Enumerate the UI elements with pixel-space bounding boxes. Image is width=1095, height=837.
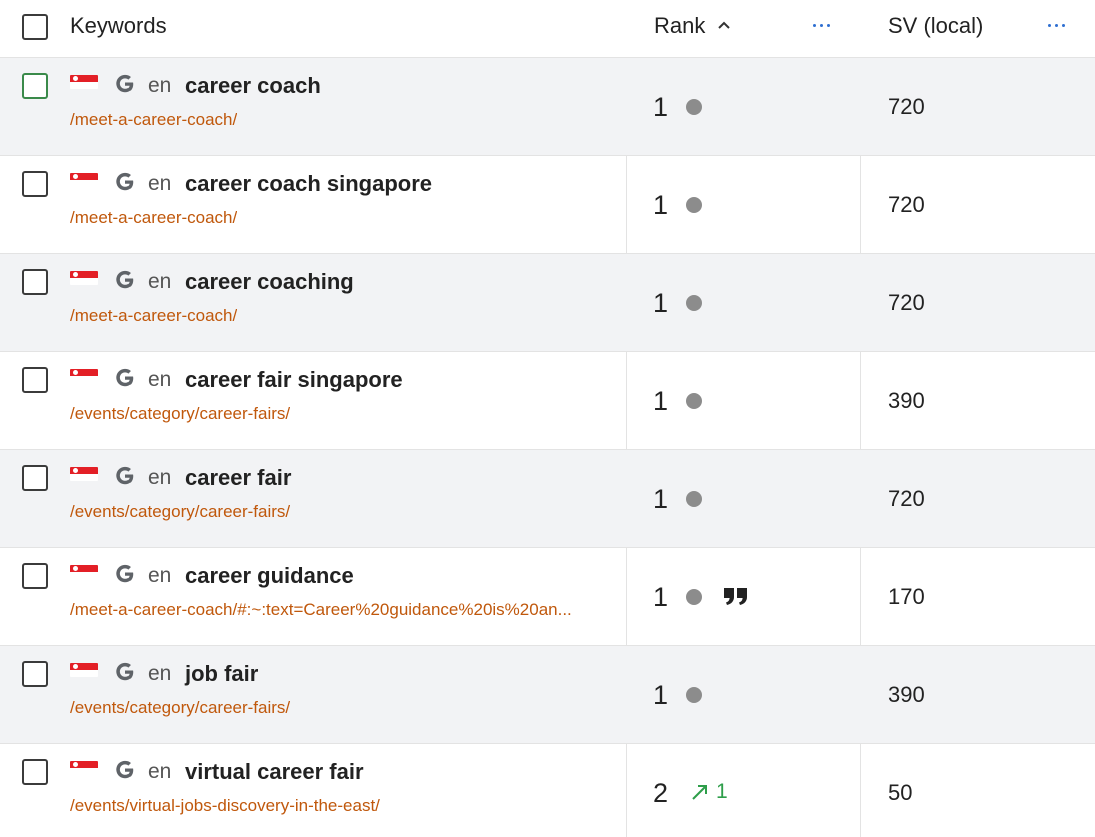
rank-status-dot-icon: [686, 491, 702, 507]
row-checkbox[interactable]: [22, 759, 48, 785]
search-volume-value: 390: [888, 682, 925, 707]
language-code: en: [148, 466, 172, 489]
google-icon: [116, 662, 134, 681]
rank-value: 1: [653, 680, 669, 710]
trend-up-icon: [692, 785, 707, 800]
table-row[interactable]: en career coaching /meet-a-career-coach/…: [0, 254, 1095, 352]
language-code: en: [148, 368, 172, 391]
language-code: en: [148, 74, 172, 97]
table-header: Keywords Rank SV (local): [0, 0, 1095, 58]
language-code: en: [148, 172, 172, 195]
keywords-column-header[interactable]: Keywords: [70, 13, 167, 39]
keyword-url-link[interactable]: /events/virtual-jobs-discovery-in-the-ea…: [70, 796, 380, 816]
keywords-table: Keywords Rank SV (local) en career coach…: [0, 0, 1095, 837]
language-code: en: [148, 662, 172, 685]
row-checkbox[interactable]: [22, 269, 48, 295]
keyword-url-link[interactable]: /events/category/career-fairs/: [70, 698, 290, 718]
search-volume-value: 720: [888, 192, 925, 217]
keyword-url-link[interactable]: /meet-a-career-coach/: [70, 208, 237, 228]
rank-value: 1: [653, 582, 669, 612]
keyword-url-link[interactable]: /events/category/career-fairs/: [70, 404, 290, 424]
language-code: en: [148, 564, 172, 587]
singapore-flag-icon: [70, 761, 98, 775]
table-row[interactable]: en career fair /events/category/career-f…: [0, 450, 1095, 548]
rank-status-dot-icon: [686, 589, 702, 605]
rank-value: 1: [653, 190, 669, 220]
rank-value: 1: [653, 484, 669, 514]
rank-value: 1: [653, 288, 669, 318]
google-icon: [116, 74, 134, 93]
rank-status-dot-icon: [686, 295, 702, 311]
keyword-text: career coach singapore: [185, 171, 433, 196]
table-row[interactable]: en career fair singapore /events/categor…: [0, 352, 1095, 450]
sort-ascending-icon[interactable]: [716, 16, 732, 36]
rank-change-value: 1: [716, 780, 728, 803]
search-volume-value: 50: [888, 780, 913, 805]
rank-value: 1: [653, 386, 669, 416]
google-icon: [116, 270, 134, 289]
keyword-url-link[interactable]: /meet-a-career-coach/#:~:text=Career%20g…: [70, 600, 572, 620]
keyword-text: career coaching: [185, 269, 354, 294]
google-icon: [116, 466, 134, 485]
keyword-text: career guidance: [185, 563, 354, 588]
keyword-url-link[interactable]: /events/category/career-fairs/: [70, 502, 290, 522]
select-all-checkbox[interactable]: [22, 14, 48, 40]
row-checkbox[interactable]: [22, 367, 48, 393]
keyword-text: career fair: [185, 465, 292, 490]
table-row[interactable]: en career guidance /meet-a-career-coach/…: [0, 548, 1095, 646]
keyword-url-link[interactable]: /meet-a-career-coach/: [70, 306, 237, 326]
row-checkbox[interactable]: [22, 661, 48, 687]
rank-column-header[interactable]: Rank: [654, 13, 705, 39]
language-code: en: [148, 270, 172, 293]
sv-column-header[interactable]: SV (local): [888, 13, 983, 39]
google-icon: [116, 172, 134, 191]
google-icon: [116, 564, 134, 583]
keyword-url-link[interactable]: /meet-a-career-coach/: [70, 110, 237, 130]
singapore-flag-icon: [70, 565, 98, 579]
keyword-text: job fair: [185, 661, 259, 686]
rank-status-dot-icon: [686, 99, 702, 115]
rank-status-dot-icon: [686, 393, 702, 409]
singapore-flag-icon: [70, 663, 98, 677]
search-volume-value: 720: [888, 290, 925, 315]
search-volume-value: 170: [888, 584, 925, 609]
google-icon: [116, 368, 134, 387]
row-checkbox[interactable]: [22, 171, 48, 197]
row-checkbox[interactable]: [22, 73, 48, 99]
google-icon: [116, 760, 134, 779]
rank-status-dot-icon: [686, 197, 702, 213]
singapore-flag-icon: [70, 369, 98, 383]
search-volume-value: 720: [888, 94, 925, 119]
table-row[interactable]: en career coach singapore /meet-a-career…: [0, 156, 1095, 254]
keyword-text: career fair singapore: [185, 367, 403, 392]
singapore-flag-icon: [70, 173, 98, 187]
singapore-flag-icon: [70, 467, 98, 481]
table-row[interactable]: en job fair /events/category/career-fair…: [0, 646, 1095, 744]
table-row[interactable]: en career coach /meet-a-career-coach/ 1 …: [0, 58, 1095, 156]
rank-value: 1: [653, 92, 669, 122]
singapore-flag-icon: [70, 271, 98, 285]
row-checkbox[interactable]: [22, 465, 48, 491]
keyword-text: career coach: [185, 73, 321, 98]
language-code: en: [148, 760, 172, 783]
sv-column-menu-icon[interactable]: [1045, 18, 1069, 32]
singapore-flag-icon: [70, 75, 98, 89]
rank-column-menu-icon[interactable]: [810, 18, 834, 32]
row-checkbox[interactable]: [22, 563, 48, 589]
search-volume-value: 390: [888, 388, 925, 413]
rank-value: 2: [653, 778, 669, 808]
table-row[interactable]: en virtual career fair /events/virtual-j…: [0, 744, 1095, 837]
quote-icon[interactable]: [723, 586, 749, 606]
rank-status-dot-icon: [686, 687, 702, 703]
keyword-text: virtual career fair: [185, 759, 364, 784]
search-volume-value: 720: [888, 486, 925, 511]
